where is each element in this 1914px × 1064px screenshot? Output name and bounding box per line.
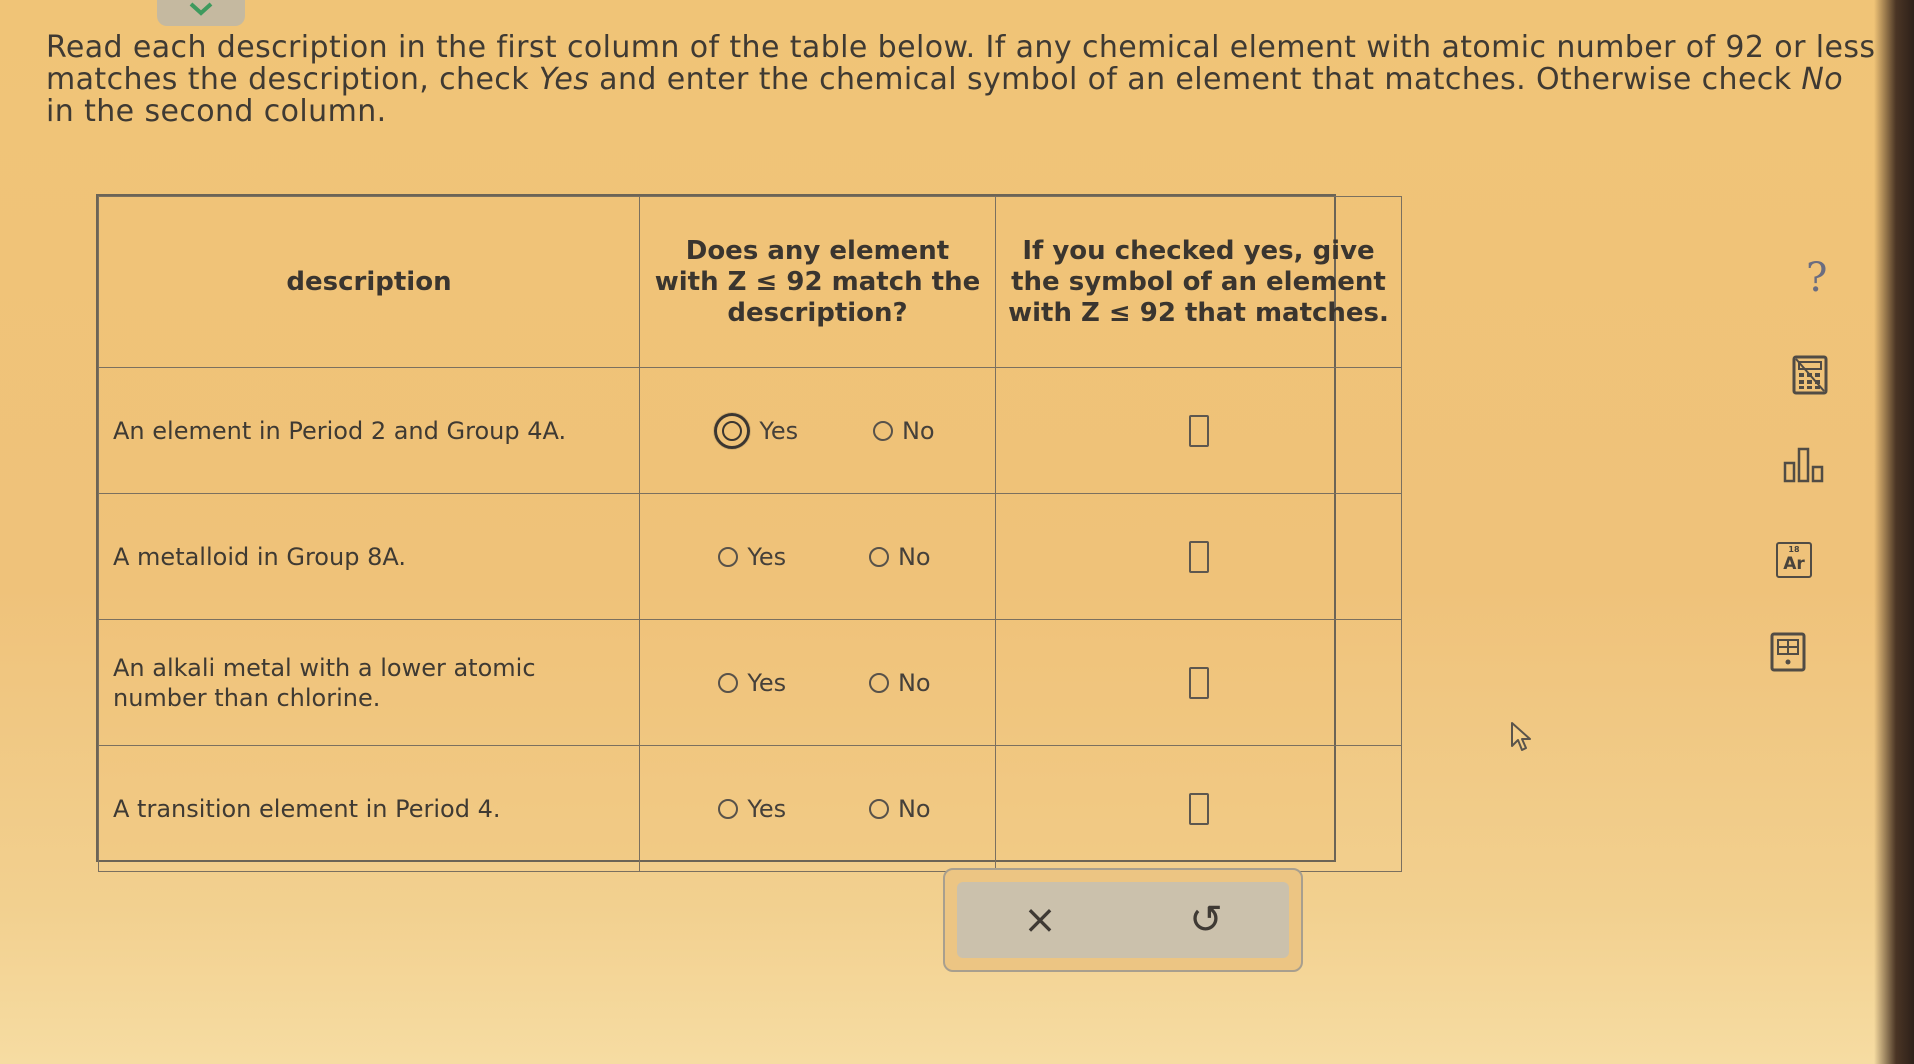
no-radio[interactable] <box>868 546 889 567</box>
yes-label: Yes <box>747 542 787 571</box>
symbol-cell <box>995 745 1402 872</box>
no-label: No <box>897 668 931 697</box>
no-radio[interactable] <box>868 672 889 693</box>
clear-button[interactable]: × <box>1000 900 1080 940</box>
header-match: Does any element with Z ≤ 92 match the d… <box>639 196 996 368</box>
yes-label: Yes <box>747 668 787 697</box>
yes-option[interactable]: Yes <box>718 543 786 571</box>
no-option[interactable]: No <box>868 542 931 571</box>
periodic-table-button[interactable]: 18 Ar <box>1776 542 1812 578</box>
symbol-cell <box>995 493 1402 620</box>
no-label: No <box>897 794 931 823</box>
yes-label: Yes <box>747 794 787 823</box>
data-reference-icon <box>1770 632 1806 672</box>
symbol-cell <box>995 367 1402 494</box>
check-icon <box>189 2 213 16</box>
action-bar: × ↺ <box>943 868 1303 972</box>
yes-option[interactable]: Yes <box>718 669 786 697</box>
table-row: An alkali metal with a lower atomic numb… <box>98 619 1402 746</box>
row-description: An element in Period 2 and Group 4A. <box>98 367 640 494</box>
yes-option[interactable]: Yes <box>714 412 799 449</box>
symbol-input[interactable] <box>1188 540 1209 573</box>
no-label: No <box>901 416 935 445</box>
match-cell: Yes No <box>639 745 996 872</box>
yes-radio-selected[interactable] <box>714 412 751 449</box>
match-cell: Yes No <box>639 367 996 494</box>
no-option[interactable]: No <box>872 416 935 445</box>
instructions-part2: and enter the chemical symbol of an elem… <box>589 62 1802 97</box>
mouse-cursor-icon <box>1511 722 1531 751</box>
match-cell: Yes No <box>639 493 996 620</box>
symbol-input[interactable] <box>1188 792 1209 825</box>
undo-button[interactable]: ↺ <box>1166 900 1246 940</box>
instructions-no-word: No <box>1801 62 1844 97</box>
symbol-cell <box>995 619 1402 746</box>
symbol-input[interactable] <box>1188 666 1209 699</box>
instructions-part3: in the second column. <box>46 94 387 129</box>
instructions-text: Read each description in the first colum… <box>46 32 1876 128</box>
header-symbol: If you checked yes, give the symbol of a… <box>995 196 1402 368</box>
row-description: A metalloid in Group 8A. <box>98 493 640 620</box>
header-description: description <box>98 196 640 368</box>
yes-label: Yes <box>759 416 799 445</box>
data-button[interactable] <box>1770 632 1806 678</box>
match-cell: Yes No <box>639 619 996 746</box>
match-table: description Does any element with Z ≤ 92… <box>98 196 1402 872</box>
close-icon: × <box>1023 897 1057 943</box>
table-row: A metalloid in Group 8A. Yes No <box>98 493 1402 620</box>
yes-no-radio-group: Yes No <box>641 543 994 571</box>
yes-no-radio-group: Yes No <box>641 795 994 823</box>
undo-icon: ↺ <box>1189 897 1223 943</box>
top-tab[interactable] <box>157 0 245 26</box>
table-row: A transition element in Period 4. Yes No <box>98 745 1402 872</box>
answer-table: description Does any element with Z ≤ 92… <box>96 194 1402 872</box>
table-header-row: description Does any element with Z ≤ 92… <box>98 196 1402 368</box>
no-option[interactable]: No <box>868 668 931 697</box>
action-bar-inner: × ↺ <box>957 882 1289 958</box>
row-description: An alkali metal with a lower atomic numb… <box>98 619 640 746</box>
no-option[interactable]: No <box>868 794 931 823</box>
no-radio[interactable] <box>872 420 893 441</box>
symbol-input[interactable] <box>1188 414 1209 447</box>
calculator-icon <box>1792 355 1828 395</box>
help-icon: ? <box>1806 255 1828 301</box>
yes-radio[interactable] <box>718 798 739 819</box>
yes-radio[interactable] <box>718 672 739 693</box>
no-label: No <box>897 542 931 571</box>
screen-bezel <box>1874 0 1914 1064</box>
chart-button[interactable] <box>1782 445 1826 489</box>
table-row: An element in Period 2 and Group 4A. Yes… <box>98 367 1402 494</box>
yes-radio[interactable] <box>718 546 739 567</box>
row-description: A transition element in Period 4. <box>98 745 640 872</box>
periodic-number: 18 <box>1788 545 1800 554</box>
bar-chart-icon <box>1783 447 1824 483</box>
yes-option[interactable]: Yes <box>718 795 786 823</box>
periodic-symbol: Ar <box>1783 554 1805 574</box>
no-radio[interactable] <box>868 798 889 819</box>
yes-no-radio-group: Yes No <box>641 412 994 449</box>
yes-no-radio-group: Yes No <box>641 669 994 697</box>
calculator-button[interactable] <box>1792 355 1828 399</box>
help-button[interactable]: ? <box>1806 255 1827 301</box>
instructions-yes-word: Yes <box>538 62 590 97</box>
periodic-table-icon: 18 Ar <box>1776 542 1812 578</box>
